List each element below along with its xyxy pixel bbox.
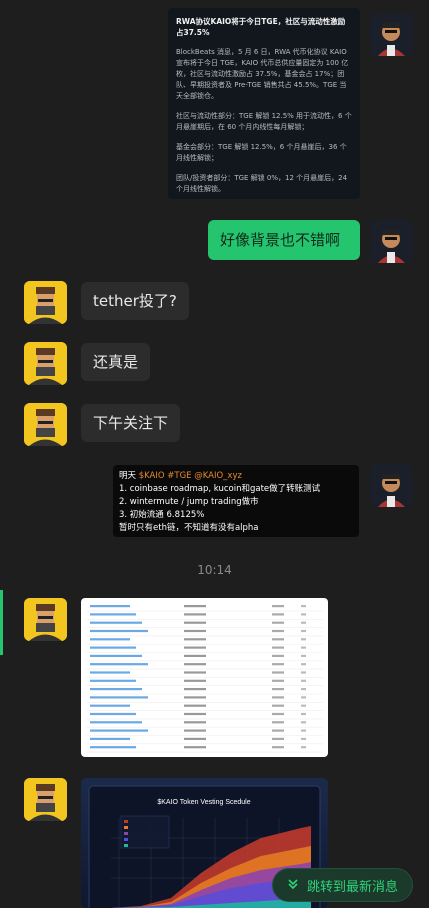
tweet-line: 暂时只有eth链，不知道有没有alpha [119,523,259,533]
double-chevron-down-icon [287,878,299,893]
tweet-line: 1. coinbase roadmap, kucoin和gate做了转账测试 [119,484,321,494]
contact-avatar[interactable] [24,598,67,641]
contact-avatar[interactable] [24,403,67,446]
contact-avatar[interactable] [24,778,67,821]
news-paragraph: BlockBeats 消息，5 月 6 日，RWA 代币化协议 KAIO 宣布将… [176,48,349,100]
jump-button-label: 跳转到最新消息 [307,879,399,895]
message-timestamp: 10:14 [197,563,232,577]
self-message-bubble[interactable]: 好像背景也不错啊 [208,220,360,260]
self-avatar[interactable] [370,220,413,263]
chart-title: $KAIO Token Vesting Scedule [157,799,250,806]
table-image-content [86,605,323,753]
contact-message-bubble[interactable]: tether投了? [81,282,189,320]
self-avatar[interactable] [370,464,413,507]
news-title: RWA协议KAIO将于今日TGE，社区与流动性激励占37.5% [176,17,346,37]
contact-message-bubble[interactable]: 下午关注下 [81,404,181,442]
contact-avatar[interactable] [24,281,67,324]
contact-avatar[interactable] [24,342,67,385]
contact-message-bubble[interactable]: 还真是 [81,343,151,381]
unread-marker [0,590,3,655]
news-paragraph: 团队/投资者部分：TGE 解锁 0%，12 个月悬崖后，24 个月线性解锁。 [176,174,348,193]
self-avatar[interactable] [370,13,413,56]
news-message-card[interactable]: RWA协议KAIO将于今日TGE，社区与流动性激励占37.5% BlockBea… [168,8,360,199]
news-paragraph: 社区与流动性部分：TGE 解锁 12.5% 用于流动性，6 个月悬崖期后，在 6… [176,112,352,131]
image-message-table[interactable] [81,598,328,757]
tweet-line: 明天 $KAIO #TGE @KAIO_xyz [119,471,242,481]
tweet-line: 2. wintermute / jump trading做市 [119,497,259,507]
jump-to-latest-button[interactable]: 跳转到最新消息 [272,868,414,902]
tweet-line: 3. 初始流通 6.8125% [119,510,205,520]
news-paragraph: 基金会部分：TGE 解锁 12.5%，6 个月悬崖后，36 个月线性解锁； [176,143,347,162]
tweet-screenshot-message[interactable]: 明天 $KAIO #TGE @KAIO_xyz 1. coinbase road… [113,465,359,537]
